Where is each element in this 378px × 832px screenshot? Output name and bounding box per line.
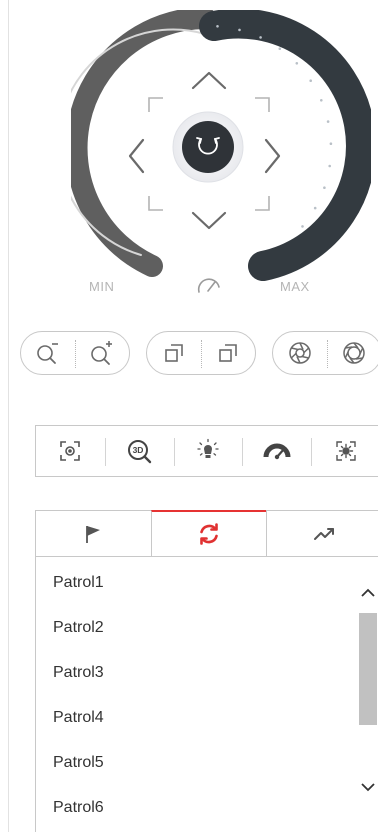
pan-down-button[interactable] — [191, 211, 227, 230]
iris-close-icon — [289, 342, 311, 364]
speed-tick-dot — [313, 206, 317, 210]
speed-tick-dot — [278, 47, 282, 50]
zoom-out-button[interactable] — [21, 332, 75, 374]
wiper-icon — [263, 443, 291, 460]
speed-tick-dot — [323, 186, 326, 189]
speed-tick-dot — [309, 79, 313, 82]
focus-far-icon — [219, 344, 237, 362]
scroll-thumb[interactable] — [359, 613, 377, 725]
speed-min-label: MIN — [89, 279, 115, 294]
ptz-function-toolbar: 3D — [35, 425, 378, 477]
auto-pan-button[interactable] — [182, 121, 234, 173]
tab-preset[interactable] — [35, 510, 152, 557]
ptz-control-panel: MIN MAX 3D Patrol1 Patrol2 Patrol3 Patro… — [8, 0, 378, 832]
speed-tick-dot — [259, 36, 262, 39]
manual-tracking-icon — [335, 441, 356, 461]
tab-patrol[interactable] — [150, 510, 268, 557]
ptz-dial — [71, 10, 371, 293]
speedometer-icon — [197, 278, 220, 293]
zoom-control — [20, 331, 130, 375]
pan-up-button[interactable] — [191, 71, 227, 90]
focus-control — [146, 331, 256, 375]
iris-close-button[interactable] — [273, 332, 327, 374]
patrol-list-items: Patrol1 Patrol2 Patrol3 Patrol4 Patrol5 Patro… — [36, 560, 354, 830]
iris-open-icon — [343, 342, 365, 364]
scroll-down-button[interactable] — [354, 775, 378, 799]
pan-left-button[interactable] — [128, 138, 145, 174]
wiper-button[interactable] — [242, 426, 311, 476]
speed-max-label: MAX — [280, 279, 310, 294]
tab-pattern[interactable] — [266, 510, 378, 557]
light-button[interactable] — [173, 426, 243, 476]
3d-positioning-icon: 3D — [128, 440, 152, 464]
pan-right-button[interactable] — [264, 138, 281, 174]
patrol-list-item[interactable]: Patrol4 — [36, 695, 354, 740]
patrol-list-item[interactable]: Patrol2 — [36, 605, 354, 650]
regional-focus-button[interactable] — [36, 426, 105, 476]
chevron-down-icon — [361, 783, 375, 792]
focus-near-icon — [165, 344, 183, 362]
patrol-list-item[interactable]: Patrol5 — [36, 740, 354, 785]
speed-tick-dot — [329, 142, 333, 145]
speed-tick-dot — [320, 99, 323, 102]
patrol-list-scrollbar[interactable] — [354, 557, 378, 832]
pattern-trend-icon — [313, 527, 334, 540]
chevron-up-icon — [361, 588, 375, 597]
speed-tick-dot — [295, 62, 299, 65]
iris-open-button[interactable] — [327, 332, 378, 374]
speed-tick-dot — [328, 164, 332, 168]
svg-text:3D: 3D — [133, 445, 144, 455]
manual-tracking-button[interactable] — [311, 426, 378, 476]
preset-flag-icon — [86, 525, 101, 543]
patrol-refresh-icon — [200, 523, 218, 545]
light-icon — [197, 438, 219, 458]
patrol-list-item[interactable]: Patrol6 — [36, 785, 354, 830]
regional-focus-icon — [60, 441, 81, 461]
focus-far-button[interactable] — [201, 332, 255, 374]
speed-tick-dot — [216, 25, 219, 28]
speed-tick-dot — [301, 225, 304, 228]
patrol-list-item[interactable]: Patrol3 — [36, 650, 354, 695]
patrol-list: Patrol1 Patrol2 Patrol3 Patrol4 Patrol5 Patro… — [35, 556, 378, 832]
zoom-in-icon — [91, 341, 112, 365]
zoom-in-button[interactable] — [75, 332, 129, 374]
speed-tick-dot — [326, 120, 330, 123]
speed-tick-dot — [238, 28, 241, 32]
patrol-list-item[interactable]: Patrol1 — [36, 560, 354, 605]
scroll-track[interactable] — [359, 599, 377, 787]
zoom-out-icon — [37, 343, 58, 364]
3d-positioning-button[interactable]: 3D — [104, 426, 174, 476]
iris-control — [272, 331, 378, 375]
ptz-tabs — [35, 510, 378, 557]
focus-near-button[interactable] — [147, 332, 201, 374]
